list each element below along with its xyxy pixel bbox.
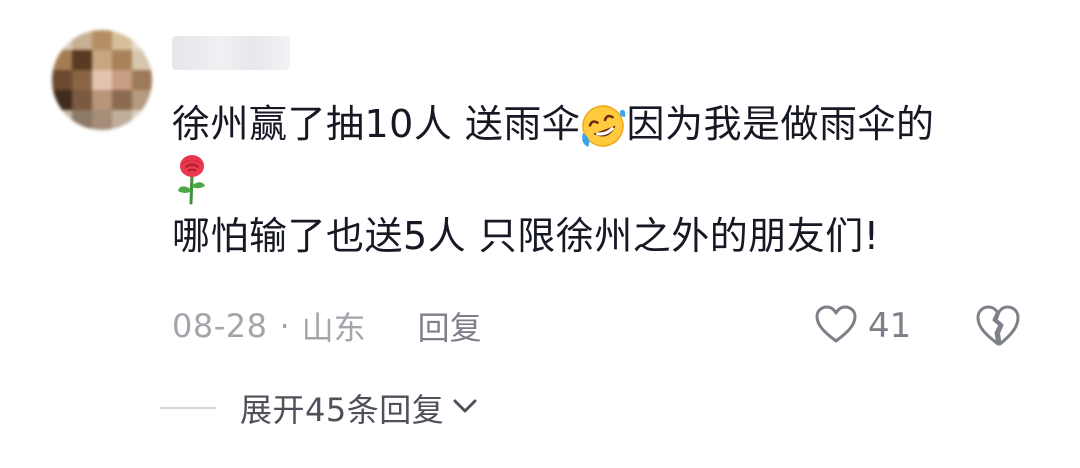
comment-date: 08-28 xyxy=(172,307,268,345)
comment-text-part: 因为我是做雨伞的 xyxy=(626,102,935,146)
expand-replies-button[interactable]: 展开45条回复 xyxy=(160,384,480,432)
comment-location: 山东 xyxy=(301,309,366,347)
avatar[interactable] xyxy=(52,30,152,130)
comment-line-3: 哪怕输了也送5人 只限徐州之外的朋友们! xyxy=(172,214,880,258)
expand-replies-label: 展开45条回复 xyxy=(240,391,445,429)
meta-separator: · xyxy=(279,307,290,345)
replies-divider xyxy=(160,407,216,409)
username-redacted[interactable] xyxy=(172,36,290,70)
rose-emoji-icon xyxy=(172,153,212,205)
reply-button[interactable]: 回复 xyxy=(418,303,482,349)
dislike-button[interactable] xyxy=(974,304,1022,348)
comment-line-2 xyxy=(172,152,1052,208)
chevron-down-icon xyxy=(450,395,480,421)
broken-heart-icon xyxy=(974,305,1022,352)
comment-text: 徐州赢了抽10人 送雨伞 因为我是做雨伞的 哪怕输了也送5人 只限徐州之外的朋友… xyxy=(172,96,1052,264)
heart-outline-icon xyxy=(814,304,858,348)
like-button[interactable]: 41 xyxy=(814,302,911,350)
rolling-laughing-face-emoji-icon xyxy=(580,103,626,149)
comment-meta: 08-28 · 山东 回复 xyxy=(172,302,482,350)
comment-text-part: 徐州赢了抽10人 送雨伞 xyxy=(172,102,581,146)
like-count: 41 xyxy=(868,306,912,346)
comment-line-1: 徐州赢了抽10人 送雨伞 因为我是做雨伞的 xyxy=(172,96,1052,152)
